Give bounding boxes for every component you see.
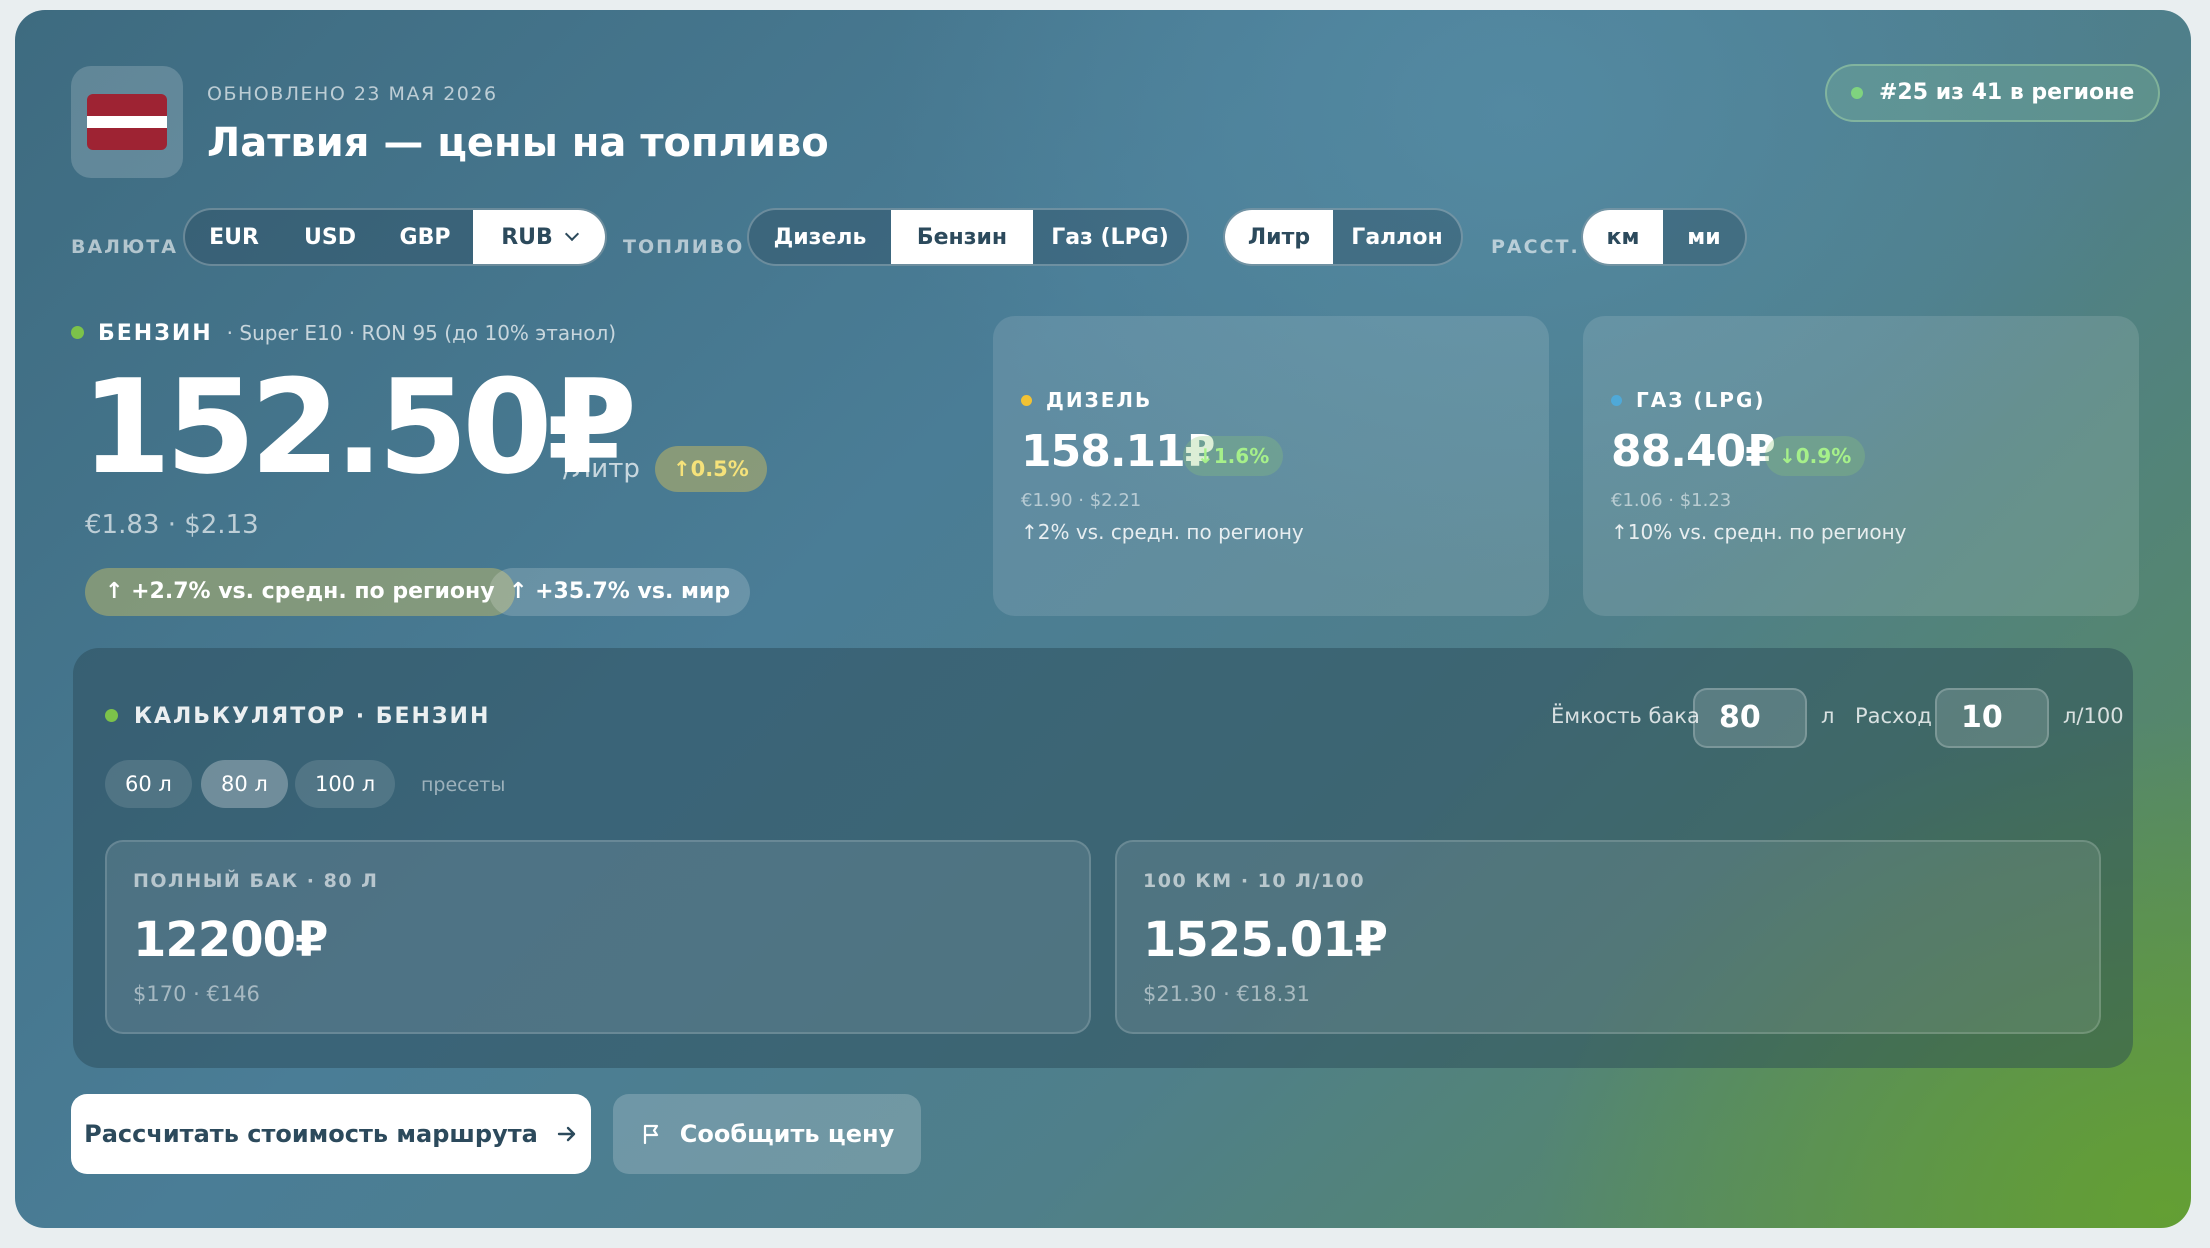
updated-date: ОБНОВЛЕНО 23 МАЯ 2026 [207, 83, 498, 105]
currency-option-eur[interactable]: EUR [185, 210, 283, 264]
flag-icon [643, 1124, 658, 1145]
lpg-name: ГАЗ (LPG) [1636, 388, 1766, 412]
diesel-name: ДИЗЕЛЬ [1046, 388, 1153, 412]
preset-80[interactable]: 80 л [201, 760, 288, 808]
per-100km-result: 100 КМ · 10 Л/100 1525.01₽ $21.30 · €18.… [1115, 840, 2101, 1034]
lpg-change-badge: ↓0.9% [1765, 436, 1866, 476]
country-flag-tile [71, 66, 183, 178]
latvia-flag-icon [87, 94, 167, 150]
fuel-selector: Дизель Бензин Газ (LPG) [747, 208, 1189, 266]
calculate-route-label: Рассчитать стоимость маршрута [84, 1120, 538, 1148]
consumption-label: Расход [1855, 704, 1932, 728]
consumption-unit: л/100 [2063, 704, 2124, 728]
calculator-dot-icon [105, 709, 118, 722]
fuel-option-lpg[interactable]: Газ (LPG) [1033, 210, 1187, 264]
calculate-route-button[interactable]: Рассчитать стоимость маршрута [71, 1094, 591, 1174]
main-price: 152.50₽ [81, 351, 637, 503]
fuel-prices-card: ОБНОВЛЕНО 23 МАЯ 2026 Латвия — цены на т… [15, 10, 2191, 1228]
full-tank-result: ПОЛНЫЙ БАК · 80 Л 12200₽ $170 · €146 [105, 840, 1091, 1034]
tank-capacity-label: Ёмкость бака [1551, 704, 1700, 728]
selected-fuel-spec: · Super E10 · RON 95 (до 10% этанол) [226, 321, 617, 345]
calculator-title: КАЛЬКУЛЯТОР · БЕНЗИН [105, 704, 490, 729]
lpg-equivalents: €1.06 · $1.23 [1611, 490, 1732, 511]
calculator-panel: КАЛЬКУЛЯТОР · БЕНЗИН Ёмкость бака 80 л Р… [73, 648, 2133, 1068]
currency-label: ВАЛЮТА [71, 236, 178, 258]
diesel-card-header: ДИЗЕЛЬ [1021, 388, 1152, 412]
distance-selector: км ми [1581, 208, 1747, 266]
unit-selector: Литр Галлон [1223, 208, 1463, 266]
diesel-dot-icon [1021, 395, 1032, 406]
unit-option-gallon[interactable]: Галлон [1333, 210, 1461, 264]
unit-option-liter[interactable]: Литр [1225, 210, 1333, 264]
lpg-dot-icon [1611, 395, 1622, 406]
lpg-card[interactable]: ГАЗ (LPG) 88.40₽ ↓0.9% €1.06 · $1.23 ↑10… [1583, 316, 2139, 616]
rank-text: #25 из 41 в регионе [1879, 80, 2135, 105]
currency-dropdown-rub[interactable]: RUB [473, 210, 605, 264]
page-title: Латвия — цены на топливо [207, 120, 829, 166]
rank-dot-icon [1851, 87, 1863, 99]
tank-unit: л [1821, 704, 1835, 728]
preset-100[interactable]: 100 л [295, 760, 396, 808]
price-unit: /Литр [563, 454, 640, 484]
vs-region-pill: ↑ +2.7% vs. средн. по региону [85, 568, 515, 616]
preset-60[interactable]: 60 л [105, 760, 192, 808]
currency-selected-label: RUB [501, 224, 553, 250]
per-100km-value: 1525.01₽ [1143, 912, 1388, 968]
currency-option-usd[interactable]: USD [283, 210, 377, 264]
fuel-dot-icon [71, 326, 84, 339]
diesel-compare: ↑2% vs. средн. по региону [1021, 520, 1304, 544]
arrow-right-icon [557, 1126, 576, 1142]
full-tank-value: 12200₽ [133, 912, 328, 968]
selected-fuel-name: БЕНЗИН [98, 321, 213, 346]
currency-option-gbp[interactable]: GBP [377, 210, 473, 264]
distance-option-km[interactable]: км [1583, 210, 1663, 264]
distance-option-mi[interactable]: ми [1663, 210, 1745, 264]
fuel-option-diesel[interactable]: Дизель [749, 210, 891, 264]
diesel-card[interactable]: ДИЗЕЛЬ 158.11₽ ↓1.6% €1.90 · $2.21 ↑2% v… [993, 316, 1549, 616]
distance-label: РАССТ. [1491, 236, 1580, 258]
report-price-label: Сообщить цену [679, 1120, 895, 1148]
report-price-button[interactable]: Сообщить цену [613, 1094, 921, 1174]
price-change-badge: ↑0.5% [655, 446, 767, 492]
full-tank-label: ПОЛНЫЙ БАК · 80 Л [133, 870, 379, 892]
lpg-card-header: ГАЗ (LPG) [1611, 388, 1766, 412]
price-equivalents: €1.83 · $2.13 [85, 510, 259, 540]
currency-selector: EUR USD GBP RUB [183, 208, 607, 266]
lpg-compare: ↑10% vs. средн. по региону [1611, 520, 1907, 544]
per-100km-label: 100 КМ · 10 Л/100 [1143, 870, 1366, 892]
per-100km-equivalents: $21.30 · €18.31 [1143, 982, 1310, 1006]
region-rank-badge: #25 из 41 в регионе [1825, 64, 2161, 122]
consumption-input[interactable]: 10 [1935, 688, 2049, 748]
fuel-label: ТОПЛИВО [623, 236, 745, 258]
chevron-down-icon [564, 226, 579, 242]
full-tank-equivalents: $170 · €146 [133, 982, 260, 1006]
diesel-change-badge: ↓1.6% [1183, 436, 1284, 476]
vs-world-pill: ↑ +35.7% vs. мир [489, 568, 751, 616]
fuel-option-petrol[interactable]: Бензин [891, 210, 1033, 264]
presets-label: пресеты [421, 774, 506, 796]
selected-fuel-header: БЕНЗИН · Super E10 · RON 95 (до 10% этано… [71, 321, 616, 346]
lpg-price: 88.40₽ [1611, 426, 1776, 477]
tank-capacity-input[interactable]: 80 [1693, 688, 1807, 748]
diesel-equivalents: €1.90 · $2.21 [1021, 490, 1142, 511]
